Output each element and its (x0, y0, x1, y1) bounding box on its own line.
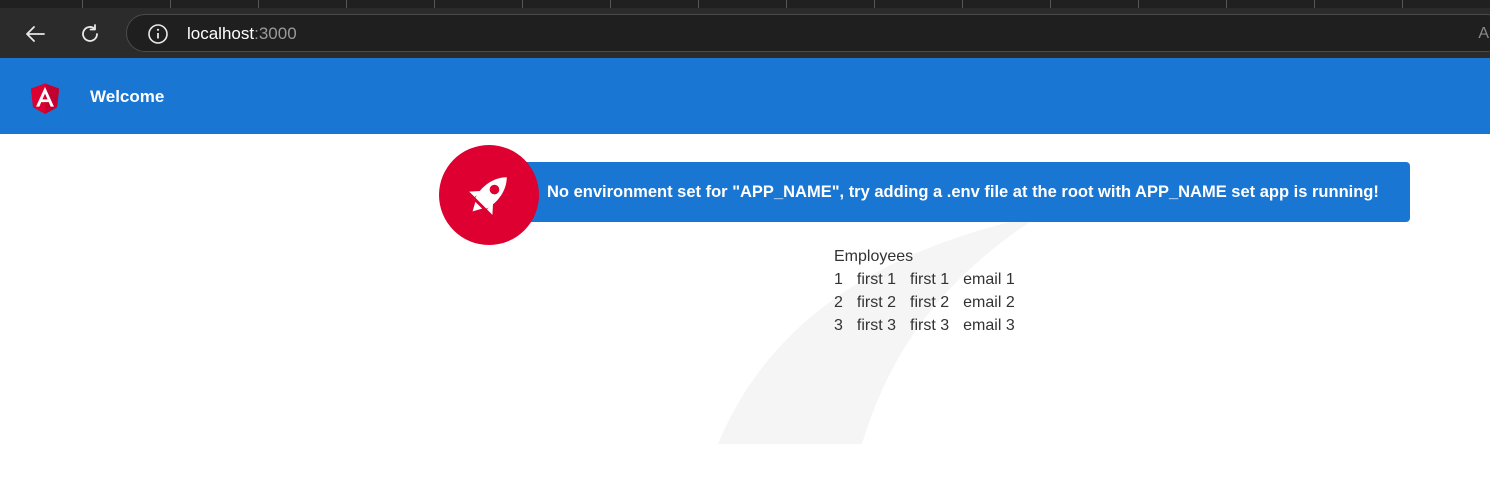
employee-email: email 2 (963, 294, 1015, 311)
browser-tab[interactable] (0, 0, 83, 8)
address-bar[interactable]: localhost:3000 A (126, 14, 1490, 52)
browser-tab[interactable] (1408, 0, 1490, 8)
employee-email: email 1 (963, 271, 1015, 288)
reader-mode-icon[interactable]: A (1478, 25, 1489, 43)
employee-id: 3 (834, 317, 843, 334)
rocket-icon (469, 177, 507, 215)
browser-tab[interactable] (704, 0, 787, 8)
browser-tab[interactable] (792, 0, 875, 8)
browser-tab[interactable] (616, 0, 699, 8)
employee-first: first 2 (856, 294, 897, 311)
address-port: :3000 (254, 24, 297, 43)
browser-tab[interactable] (1232, 0, 1315, 8)
browser-tab[interactable] (1144, 0, 1227, 8)
back-button[interactable] (19, 18, 51, 50)
browser-tab[interactable] (352, 0, 435, 8)
employee-first: first 3 (856, 317, 897, 334)
browser-tab[interactable] (176, 0, 259, 8)
employee-row: 2 first 2 first 2 email 2 (834, 291, 1029, 314)
status-banner: No environment set for "APP_NAME", try a… (496, 162, 1410, 222)
address-url[interactable]: localhost:3000 (187, 24, 297, 44)
toolbar-title: Welcome (90, 87, 165, 106)
employee-row: 1 first 1 first 1 email 1 (834, 268, 1029, 291)
employee-email: email 3 (963, 317, 1015, 334)
employees-list: Employees 1 first 1 first 1 email 1 2 fi… (834, 245, 1029, 337)
banner-text: No environment set for "APP_NAME", try a… (547, 182, 1379, 201)
back-arrow-icon (26, 26, 45, 42)
browser-tab[interactable] (440, 0, 523, 8)
employee-last: first 3 (910, 317, 950, 334)
site-info-icon[interactable] (147, 23, 169, 45)
employee-row: 3 first 3 first 3 email 3 (834, 314, 1029, 337)
address-host: localhost (187, 24, 255, 43)
employee-last: first 2 (910, 294, 950, 311)
angular-logo-icon (30, 83, 60, 114)
browser-tab[interactable] (88, 0, 171, 8)
browser-tab[interactable] (528, 0, 611, 8)
browser-toolbar: localhost:3000 A (0, 8, 1490, 58)
browser-tab[interactable] (1056, 0, 1139, 8)
employee-last: first 1 (910, 271, 950, 288)
browser-tab[interactable] (1320, 0, 1403, 8)
browser-tab[interactable] (880, 0, 963, 8)
rocket-badge (439, 145, 539, 245)
employee-id: 2 (834, 294, 843, 311)
employee-id: 1 (834, 271, 843, 288)
app-toolbar: Welcome (0, 58, 1490, 134)
employees-heading: Employees (834, 248, 914, 265)
browser-tab[interactable] (968, 0, 1051, 8)
employee-first: first 1 (856, 271, 897, 288)
browser-tab[interactable] (264, 0, 347, 8)
reload-button[interactable] (74, 18, 106, 50)
reload-icon (82, 24, 98, 42)
